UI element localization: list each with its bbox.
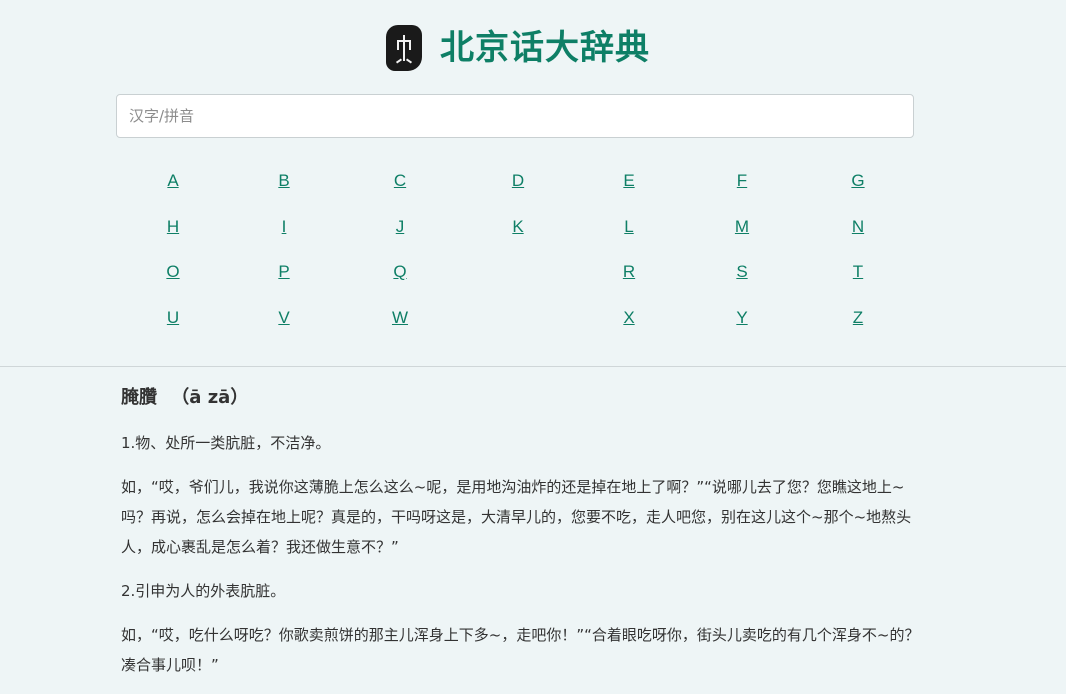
definition-2: 2.引申为人的外表肮脏。 <box>121 582 286 600</box>
site-title[interactable]: 北京话大辞典 <box>440 25 650 71</box>
letter-link-g[interactable]: G <box>851 171 864 191</box>
letter-link-s[interactable]: S <box>736 262 747 282</box>
site-header: 北京话大辞典 <box>0 0 1066 94</box>
letter-link-f[interactable]: F <box>737 171 747 191</box>
dictionary-entry: 腌臢 （ā zā） 1.物、处所一类肮脏，不洁净。 如，“哎，爷们儿，我说你这薄… <box>121 384 921 694</box>
letter-link-m[interactable]: M <box>735 217 749 237</box>
letter-link-b[interactable]: B <box>278 171 289 191</box>
letter-link-p[interactable]: P <box>278 262 289 282</box>
entry-heading: 腌臢 （ā zā） <box>121 384 921 412</box>
letter-link-o[interactable]: O <box>166 262 179 282</box>
letter-link-e[interactable]: E <box>623 171 634 191</box>
alphabet-index: A B C D E F G H I J K L M N O P Q R S T … <box>0 160 1066 340</box>
entry-pinyin: （ā zā） <box>171 387 249 408</box>
section-divider <box>0 366 1066 367</box>
letter-link-l[interactable]: L <box>624 217 633 237</box>
site-logo[interactable]: 北京话大辞典 <box>386 25 650 71</box>
example-2: 如，“哎，吃什么呀吃？你歌卖煎饼的那主儿浑身上下多~，走吧你！”“合着眼吃呀你，… <box>121 626 920 674</box>
letter-link-u[interactable]: U <box>167 308 179 328</box>
seal-logo-icon <box>386 25 422 71</box>
example-1: 如，“哎，爷们儿，我说你这薄脆上怎么这么~呢，是用地沟油炸的还是掉在地上了啊？”… <box>121 478 912 556</box>
letter-link-d[interactable]: D <box>512 171 524 191</box>
search-input[interactable] <box>116 94 914 138</box>
letter-link-h[interactable]: H <box>167 217 179 237</box>
definition-1: 1.物、处所一类肮脏，不洁净。 <box>121 434 331 452</box>
letter-link-r[interactable]: R <box>623 262 635 282</box>
letter-link-q[interactable]: Q <box>393 262 406 282</box>
letter-link-x[interactable]: X <box>623 308 634 328</box>
letter-link-k[interactable]: K <box>512 217 523 237</box>
letter-link-t[interactable]: T <box>853 262 863 282</box>
letter-link-z[interactable]: Z <box>853 308 863 328</box>
letter-link-i[interactable]: I <box>282 217 287 237</box>
letter-link-a[interactable]: A <box>167 171 178 191</box>
letter-link-y[interactable]: Y <box>736 308 747 328</box>
letter-link-v[interactable]: V <box>278 308 289 328</box>
letter-link-w[interactable]: W <box>392 308 408 328</box>
letter-link-c[interactable]: C <box>394 171 406 191</box>
entry-headword: 腌臢 <box>121 387 157 408</box>
letter-link-j[interactable]: J <box>396 217 405 237</box>
letter-link-n[interactable]: N <box>852 217 864 237</box>
